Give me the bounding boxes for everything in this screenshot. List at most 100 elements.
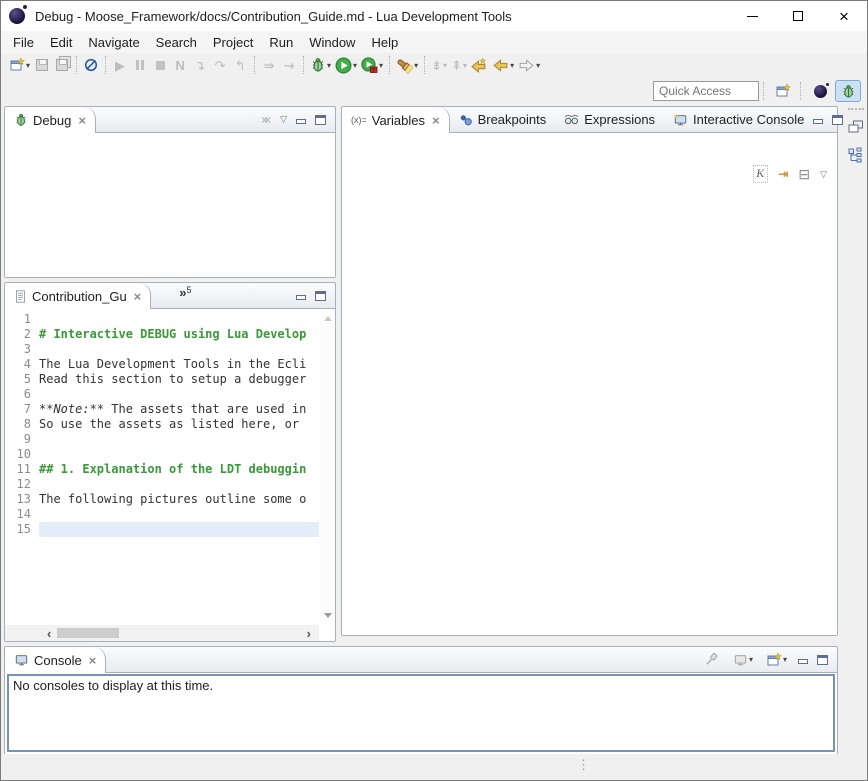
save-all-button[interactable]: [52, 54, 72, 76]
disconnect-button[interactable]: N: [170, 54, 190, 76]
tab-console[interactable]: Console ×: [5, 647, 106, 673]
collapse-all-button[interactable]: ⊟: [798, 166, 810, 183]
search-button[interactable]: ▾: [394, 54, 420, 76]
tab-expressions[interactable]: Expressions: [555, 107, 664, 132]
editor-line[interactable]: 12: [5, 477, 319, 492]
tab-breakpoints[interactable]: Breakpoints: [450, 107, 556, 132]
menu-window[interactable]: Window: [301, 33, 363, 52]
last-edit-location-button[interactable]: [469, 54, 490, 76]
close-icon[interactable]: ×: [78, 113, 86, 128]
maximize-view-button[interactable]: [832, 115, 843, 125]
editor-horizontal-scrollbar[interactable]: ‹ ›: [5, 625, 319, 641]
tab-debug[interactable]: Debug ×: [5, 107, 96, 133]
next-annotation-button[interactable]: ⇟▾: [429, 54, 449, 76]
editor-tab-overflow[interactable]: »5: [151, 283, 191, 308]
editor-line-current[interactable]: 15: [5, 522, 319, 537]
editor-line[interactable]: 14: [5, 507, 319, 522]
outline-view-button[interactable]: [846, 144, 866, 166]
editor-line[interactable]: 11## 1. Explanation of the LDT debuggin: [5, 462, 319, 477]
pin-console-button[interactable]: [702, 649, 722, 671]
scroll-right-icon[interactable]: ›: [303, 627, 319, 640]
terminate-button[interactable]: [150, 54, 170, 76]
minimize-view-button[interactable]: [296, 295, 306, 300]
show-logical-structures-button[interactable]: ⇥: [778, 167, 788, 181]
scroll-down-icon[interactable]: [324, 613, 332, 618]
menu-run[interactable]: Run: [261, 33, 301, 52]
step-into-button[interactable]: ↴: [190, 54, 210, 76]
editor-line[interactable]: 4The Lua Development Tools in the Ecli: [5, 357, 319, 372]
next-annotation-dropdown[interactable]: ▾: [443, 61, 447, 70]
maximize-view-button[interactable]: [315, 115, 326, 125]
quick-access-input[interactable]: [653, 81, 759, 101]
restore-view-button[interactable]: [846, 116, 866, 138]
debug-perspective-button[interactable]: [835, 80, 861, 102]
back-button[interactable]: ▾: [490, 54, 516, 76]
menu-search[interactable]: Search: [148, 33, 205, 52]
editor-line[interactable]: 10: [5, 447, 319, 462]
menu-help[interactable]: Help: [363, 33, 406, 52]
back-dropdown[interactable]: ▾: [510, 61, 514, 70]
editor-line[interactable]: 1: [5, 312, 319, 327]
step-return-button[interactable]: ↰: [230, 54, 250, 76]
display-selected-console-button[interactable]: ▾: [731, 649, 755, 671]
maximize-view-button[interactable]: [315, 291, 326, 301]
view-menu-icon[interactable]: ▽: [820, 169, 827, 180]
scroll-up-icon[interactable]: [324, 316, 332, 321]
remove-all-terminated-button[interactable]: ××: [261, 113, 271, 127]
save-button[interactable]: [32, 54, 52, 76]
new-wizard-dropdown[interactable]: ▾: [26, 61, 30, 70]
debug-view-content[interactable]: [5, 134, 335, 277]
maximize-view-button[interactable]: [817, 655, 828, 665]
variables-view-content[interactable]: K ⇥ ⊟ ▽: [342, 134, 837, 635]
lua-perspective-button[interactable]: [807, 80, 833, 102]
scroll-left-icon[interactable]: ‹: [43, 627, 55, 640]
run-to-line-button[interactable]: ⇝: [279, 54, 299, 76]
menu-file[interactable]: File: [5, 33, 42, 52]
scrollbar-thumb[interactable]: [57, 628, 119, 638]
editor-line[interactable]: 3: [5, 342, 319, 357]
run-dropdown[interactable]: ▾: [353, 61, 357, 70]
editor-line[interactable]: 5Read this section to setup a debugger: [5, 372, 319, 387]
console-content[interactable]: No consoles to display at this time.: [7, 674, 835, 752]
forward-button[interactable]: ▾: [516, 54, 542, 76]
tab-interactive-console[interactable]: Interactive Console: [664, 107, 813, 132]
previous-annotation-button[interactable]: ⇞▾: [449, 54, 469, 76]
tab-variables[interactable]: (x)= Variables ×: [342, 107, 450, 133]
editor-line[interactable]: 2# Interactive DEBUG using Lua Develop: [5, 327, 319, 342]
close-icon[interactable]: ×: [432, 113, 440, 128]
step-over-button[interactable]: ↷: [210, 54, 230, 76]
external-tools-button[interactable]: ▾: [359, 54, 385, 76]
open-perspective-button[interactable]: [770, 80, 796, 102]
strip-drag-handle[interactable]: [848, 108, 864, 110]
view-menu-icon[interactable]: ▽: [280, 114, 287, 125]
minimize-view-button[interactable]: [296, 119, 306, 124]
editor-lines[interactable]: 1 2# Interactive DEBUG using Lua Develop…: [5, 312, 319, 624]
skip-all-breakpoints-button[interactable]: [81, 54, 101, 76]
window-close-button[interactable]: ×: [821, 1, 867, 31]
editor-line[interactable]: 6: [5, 387, 319, 402]
menu-project[interactable]: Project: [205, 33, 261, 52]
minimize-view-button[interactable]: [813, 119, 823, 124]
menu-navigate[interactable]: Navigate: [80, 33, 147, 52]
editor-vertical-scrollbar[interactable]: [320, 310, 335, 624]
window-maximize-button[interactable]: [775, 1, 821, 31]
menu-edit[interactable]: Edit: [42, 33, 80, 52]
editor-line[interactable]: 13The following pictures outline some o: [5, 492, 319, 507]
suspend-button[interactable]: [130, 54, 150, 76]
forward-dropdown[interactable]: ▾: [536, 61, 540, 70]
editor-line[interactable]: 9: [5, 432, 319, 447]
show-type-names-button[interactable]: K: [753, 165, 768, 183]
minimize-view-button[interactable]: [798, 659, 808, 664]
tab-contribution-guide[interactable]: Contribution_Gu ×: [5, 283, 151, 309]
new-wizard-button[interactable]: ▾: [7, 54, 32, 76]
use-step-filters-button[interactable]: ⇛: [259, 54, 279, 76]
editor-line[interactable]: 7**Note:** The assets that are used in: [5, 402, 319, 417]
editor-line[interactable]: 8So use the assets as listed here, or: [5, 417, 319, 432]
editor-content[interactable]: 1 2# Interactive DEBUG using Lua Develop…: [5, 310, 335, 641]
display-console-dropdown[interactable]: ▾: [749, 655, 753, 664]
open-console-dropdown[interactable]: ▾: [783, 655, 787, 664]
debug-button[interactable]: ▾: [308, 54, 333, 76]
open-console-button[interactable]: ▾: [764, 649, 789, 671]
close-icon[interactable]: ×: [89, 653, 97, 668]
previous-annotation-dropdown[interactable]: ▾: [463, 61, 467, 70]
